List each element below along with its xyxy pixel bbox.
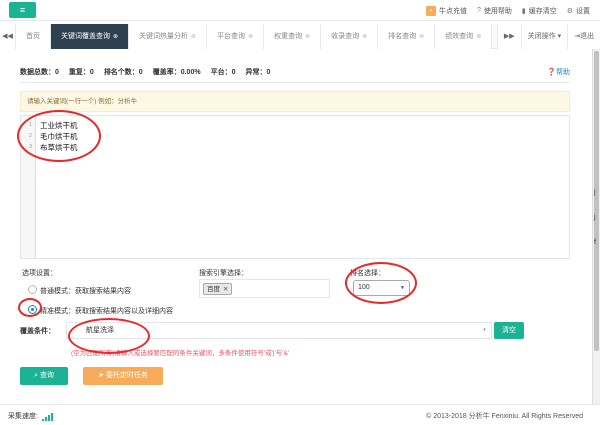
close-operations-dropdown[interactable]: 关闭操作 ▾ [520, 24, 568, 49]
tabs-left-arrow[interactable]: ◀◀ [0, 24, 16, 49]
tab-performance[interactable]: 绩效查询 ⊗ [435, 24, 493, 49]
engine-multiselect[interactable]: 百度 ✕ [199, 279, 330, 298]
tab-keyword-heat[interactable]: 关键词热量分析 ⊗ [129, 24, 208, 49]
close-icon[interactable]: ⊗ [191, 34, 196, 40]
tab-label: 权重查询 [274, 33, 303, 40]
side-char: j [594, 189, 596, 196]
tab-label: 绩效查询 [445, 33, 474, 40]
tab-weight[interactable]: 权重查询 ⊗ [264, 24, 322, 49]
clear-cache-label: 缓存清空 [528, 7, 557, 15]
side-char: j [594, 214, 596, 221]
close-icon[interactable]: ⊗ [419, 34, 424, 40]
settings-link[interactable]: ⚙ 设置 [567, 6, 590, 16]
keyword-hint: 请输入关键词(一行一个) 例如：分析牛 [20, 91, 570, 112]
annotation-ellipse-precise [18, 298, 42, 317]
tabs-right-controls: ▶▶ 关闭操作 ▾ ⇥退出 [496, 24, 600, 49]
tab-label: 收录查询 [331, 33, 360, 40]
clear-cache-link[interactable]: ▮ 缓存清空 [522, 6, 557, 16]
tab-keyword-coverage[interactable]: 关键词覆盖查询 ⊗ [51, 24, 130, 49]
tab-label: 关键词覆盖查询 [61, 33, 110, 40]
recharge-link[interactable]: ▪ 牛点充值 [425, 5, 467, 16]
double-chevron-right-icon: ▶▶ [503, 33, 515, 40]
help-text: 帮助 [556, 69, 570, 76]
engine-chip[interactable]: 百度 ✕ [203, 283, 233, 295]
logout-button[interactable]: ⇥退出 [567, 24, 600, 49]
annotation-ellipse-keywords [17, 110, 101, 162]
close-icon[interactable]: ⊗ [248, 34, 253, 40]
annotation-ellipse-cover [68, 318, 150, 354]
side-clipped-text: j j f [594, 180, 600, 255]
cover-label: 覆盖条件： [20, 328, 55, 335]
query-label: 查询 [39, 372, 54, 379]
task-label: 委托定时任务 [105, 372, 148, 379]
close-icon[interactable]: ⊗ [476, 34, 481, 40]
clear-button[interactable]: 清空 [494, 322, 524, 339]
tab-list: 首页 关键词覆盖查询 ⊗ 关键词热量分析 ⊗ 平台查询 ⊗ 权重查询 ⊗ 收录查询 ⊗ 排… [16, 24, 493, 49]
caret-down-icon: ▾ [555, 33, 562, 40]
gear-icon: ⚙ [566, 7, 573, 15]
tab-home[interactable]: 首页 [16, 24, 51, 49]
scheduled-task-button[interactable]: ➤ 委托定时任务 [83, 367, 163, 385]
tab-rank[interactable]: 排名查询 ⊗ [378, 24, 436, 49]
tabs-right-arrow[interactable]: ▶▶ [496, 24, 521, 49]
close-icon[interactable]: ⊗ [305, 34, 310, 40]
precise-mode-label: 精准模式：获取搜索结果内容以及详细内容 [40, 308, 173, 315]
cover-dropdown-toggle[interactable]: ▾ [478, 322, 492, 339]
normal-mode-radio[interactable] [28, 285, 37, 294]
settings-label: 设置 [576, 7, 590, 15]
remove-icon[interactable]: ✕ [223, 286, 228, 293]
normal-mode-label: 普通模式：获取搜索结果内容 [40, 288, 131, 295]
close-icon[interactable]: ⊗ [362, 34, 367, 40]
logout-label: 退出 [580, 33, 594, 40]
help-link-inline[interactable]: ❓帮助 [547, 67, 570, 77]
caret-down-icon: ▾ [483, 327, 486, 333]
menu-toggle-button[interactable]: ≡ [9, 2, 36, 18]
question-icon: ? [476, 7, 481, 14]
tab-index[interactable]: 收录查询 ⊗ [321, 24, 379, 49]
tab-label: 平台查询 [217, 33, 246, 40]
top-navbar: ≡ ▪ 牛点充值 ? 使用帮助 ▮ 缓存清空 ⚙ 设置 [0, 0, 600, 21]
keyword-textarea[interactable]: 1 2 3 工业烘干机 毛巾烘干机 布草烘干机 [20, 115, 570, 259]
speed-label: 采集速度: [8, 413, 38, 420]
hamburger-icon: ≡ [19, 5, 26, 15]
tabs-bar: ◀◀ 首页 关键词覆盖查询 ⊗ 关键词热量分析 ⊗ 平台查询 ⊗ 权重查询 ⊗ 收录查询… [0, 24, 600, 49]
collection-speed: 采集速度: [8, 411, 53, 421]
stat-ranked: 排名个数：0 [103, 69, 143, 76]
tab-label: 关键词热量分析 [139, 33, 189, 40]
help-label: 使用帮助 [483, 7, 512, 15]
question-circle-icon: ❓ [547, 69, 556, 76]
stat-repeat: 重复：0 [68, 69, 94, 76]
top-links: ▪ 牛点充值 ? 使用帮助 ▮ 缓存清空 ⚙ 设置 [425, 0, 590, 21]
engine-title: 搜索引擎选择： [199, 270, 248, 277]
tab-label: 首页 [26, 33, 40, 40]
engine-chip-label: 百度 [207, 286, 220, 293]
footer: 采集速度: © 2013-2018 分析牛 Fenxiniu. All Righ… [0, 404, 600, 425]
close-operations-label: 关闭操作 [527, 33, 556, 40]
help-link[interactable]: ? 使用帮助 [477, 6, 512, 16]
trash-icon: ▮ [521, 7, 526, 15]
double-chevron-left-icon: ◀◀ [2, 33, 13, 40]
tab-label: 排名查询 [388, 33, 417, 40]
bookmark-icon: ▪ [425, 5, 436, 16]
annotation-ellipse-rank [345, 262, 417, 304]
rocket-icon: ➤ [98, 372, 106, 379]
copyright: © 2013-2018 分析牛 Fenxiniu. All Rights Res… [426, 413, 583, 420]
divider [20, 82, 570, 83]
recharge-label: 牛点充值 [438, 7, 467, 15]
stat-total: 数据总数：0 [20, 69, 59, 76]
close-icon[interactable]: ⊗ [113, 34, 118, 40]
tab-platform[interactable]: 平台查询 ⊗ [207, 24, 265, 49]
stat-coverage: 覆盖率：0.00% [152, 69, 201, 76]
side-char: f [594, 239, 596, 246]
stats-row: 数据总数：0 重复：0 排名个数：0 覆盖率：0.00% 平台：0 异常：0 [20, 67, 270, 77]
query-button[interactable]: ⌕ 查询 [20, 367, 68, 385]
options-title: 选项设置： [22, 270, 57, 277]
stat-platform: 平台：0 [210, 69, 236, 76]
stat-abnormal: 异常：0 [245, 69, 271, 76]
signal-bars-icon [41, 413, 53, 421]
